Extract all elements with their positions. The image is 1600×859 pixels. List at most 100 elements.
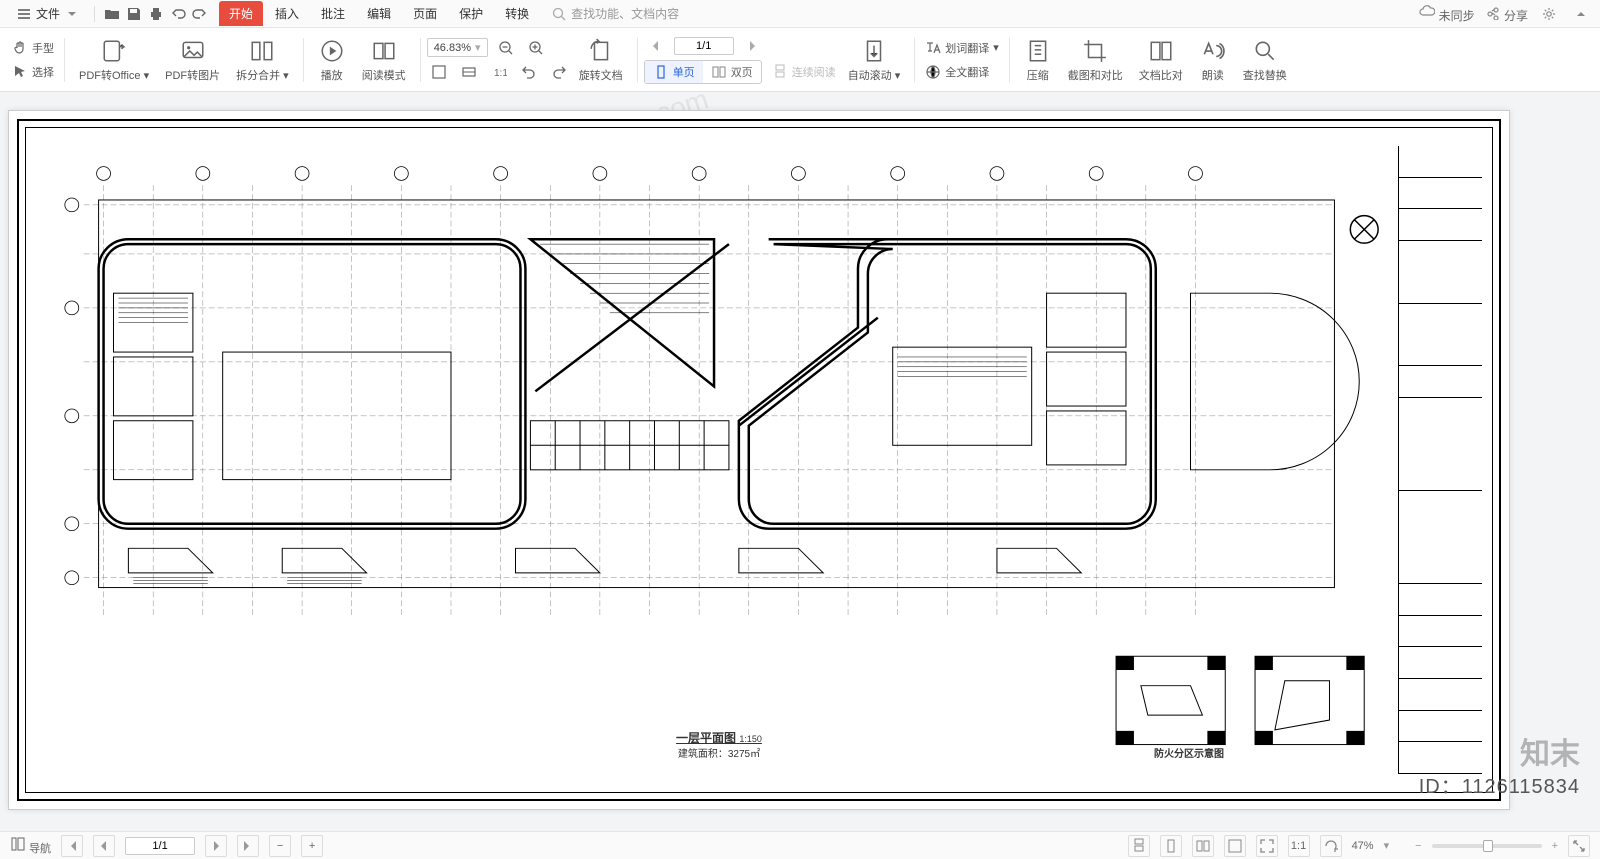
tab-annotate[interactable]: 批注	[311, 1, 355, 26]
folder-open-icon	[104, 6, 120, 22]
separator	[94, 6, 95, 22]
compress-icon	[1025, 38, 1051, 64]
rotate-right[interactable]	[547, 62, 571, 82]
sync-status[interactable]: 未同步	[1419, 4, 1474, 24]
tab-edit[interactable]: 编辑	[357, 1, 401, 26]
rotate-doc-label: 旋转文档	[579, 67, 623, 83]
tab-protect[interactable]: 保护	[449, 1, 493, 26]
doc-compare[interactable]: 文档比对	[1131, 37, 1191, 83]
ribbon-tabs: 开始 插入 批注 编辑 页面 保护 转换	[219, 1, 539, 26]
read-mode[interactable]: 阅读模式	[354, 37, 414, 83]
view-single[interactable]	[1160, 835, 1182, 857]
single-page[interactable]: 单页	[645, 61, 703, 83]
play[interactable]: 播放	[310, 37, 354, 83]
file-menu[interactable]: 文件	[8, 2, 88, 25]
plan-area: 建筑面积：3275㎡	[678, 745, 760, 760]
fit-page[interactable]	[427, 62, 451, 82]
last-page[interactable]	[237, 835, 259, 857]
print-button[interactable]	[145, 3, 167, 25]
select-tool[interactable]: 选择	[8, 62, 58, 82]
gear-icon	[1541, 6, 1557, 22]
collapse-ribbon-button[interactable]	[1570, 3, 1592, 25]
split-merge[interactable]: 拆分合并 ▾	[228, 37, 297, 83]
undo-button[interactable]	[167, 3, 189, 25]
continuous-read[interactable]: 连续阅读	[768, 62, 840, 82]
open-folder-button[interactable]	[101, 3, 123, 25]
page-nav-group: 单页 双页 连续阅读	[644, 36, 840, 84]
continuous-icon	[772, 64, 788, 80]
fullscreen[interactable]	[1256, 835, 1278, 857]
translate-all[interactable]: 全文翻译	[921, 62, 993, 82]
first-page-icon	[64, 838, 80, 854]
save-button[interactable]	[123, 3, 145, 25]
rotate-sb[interactable]	[1320, 835, 1342, 857]
view-continuous[interactable]	[1128, 835, 1150, 857]
pdf-office-icon	[101, 38, 127, 64]
zoom-slider[interactable]	[1432, 844, 1542, 848]
first-page[interactable]	[61, 835, 83, 857]
view-fit[interactable]	[1224, 835, 1246, 857]
settings-button[interactable]	[1538, 3, 1560, 25]
translate-selection[interactable]: 划词翻译 ▾	[921, 38, 1003, 58]
nav-toggle[interactable]: 导航	[10, 836, 51, 856]
read-aloud-label: 朗读	[1202, 67, 1224, 83]
tab-convert[interactable]: 转换	[495, 1, 539, 26]
pdf-to-office[interactable]: PDF转Office ▾	[71, 37, 157, 83]
zoom-minus[interactable]: −	[1415, 840, 1421, 852]
compress[interactable]: 压缩	[1016, 37, 1060, 83]
prev-page-sb[interactable]	[93, 835, 115, 857]
speaker-icon	[1200, 38, 1226, 64]
chevron-right-icon	[744, 38, 760, 54]
search-placeholder: 查找功能、文档内容	[571, 5, 679, 22]
zoom-out-icon	[498, 40, 514, 56]
actual-size-sb[interactable]: 1:1	[1288, 835, 1310, 857]
chevron-down-icon	[64, 6, 80, 22]
page-input-sb[interactable]	[125, 837, 195, 855]
share-button[interactable]: 分享	[1485, 4, 1528, 24]
zoom-out[interactable]	[494, 38, 518, 58]
rotate-left[interactable]	[517, 62, 541, 82]
page-input[interactable]	[674, 37, 734, 55]
next-page[interactable]	[740, 36, 764, 56]
search-box[interactable]: 查找功能、文档内容	[551, 5, 679, 22]
tab-page[interactable]: 页面	[403, 1, 447, 26]
auto-scroll[interactable]: 自动滚动 ▾	[840, 37, 909, 83]
view-double[interactable]	[1192, 835, 1214, 857]
plan-title: 一层平面图 1:150	[676, 729, 762, 746]
hand-tool[interactable]: 手型	[8, 38, 58, 58]
tab-insert[interactable]: 插入	[265, 1, 309, 26]
next-page-sb[interactable]	[205, 835, 227, 857]
pdf-to-image[interactable]: PDF转图片	[157, 37, 228, 83]
print-icon	[148, 6, 164, 22]
double-page[interactable]: 双页	[703, 61, 761, 83]
find-replace[interactable]: 查找替换	[1235, 37, 1295, 83]
zoom-in[interactable]	[524, 38, 548, 58]
zoom-group: 46.83%▾ 1:1	[427, 38, 571, 82]
zoom-out-sb[interactable]: −	[269, 835, 291, 857]
redo-icon	[192, 6, 208, 22]
nav-icon	[10, 836, 26, 852]
redo-button[interactable]	[189, 3, 211, 25]
rotate-doc[interactable]: 旋转文档	[571, 37, 631, 83]
zoom-in-sb[interactable]: +	[301, 835, 323, 857]
zoom-plus[interactable]: +	[1552, 840, 1558, 852]
hand-icon	[12, 40, 28, 56]
translate-sel-icon	[925, 40, 941, 56]
chevron-left-icon	[96, 838, 112, 854]
statusbar: 导航 − + 1:1 47% ▾ − +	[0, 831, 1600, 859]
read-aloud[interactable]: 朗读	[1191, 37, 1235, 83]
tab-start[interactable]: 开始	[219, 1, 263, 26]
brand-watermark: 知末	[1520, 729, 1580, 773]
document-viewport[interactable]: 知末网www.znzmo.com 知末网www.znzmo.com 知末网www…	[0, 92, 1600, 831]
chevron-left-icon	[648, 38, 664, 54]
floor-plan-drawing: 一层平面图 1:150 建筑面积：3275㎡ 防火分区示意图	[44, 146, 1394, 774]
prev-page[interactable]	[644, 36, 668, 56]
fit-width-icon	[461, 64, 477, 80]
fit-actual[interactable]: 1:1	[487, 62, 511, 82]
search-icon	[551, 6, 567, 22]
best-fit[interactable]	[1568, 835, 1590, 857]
zoom-value[interactable]: 46.83%▾	[427, 38, 488, 57]
hand-label: 手型	[32, 40, 54, 56]
fit-width[interactable]	[457, 62, 481, 82]
crop-compare[interactable]: 截图和对比	[1060, 37, 1131, 83]
